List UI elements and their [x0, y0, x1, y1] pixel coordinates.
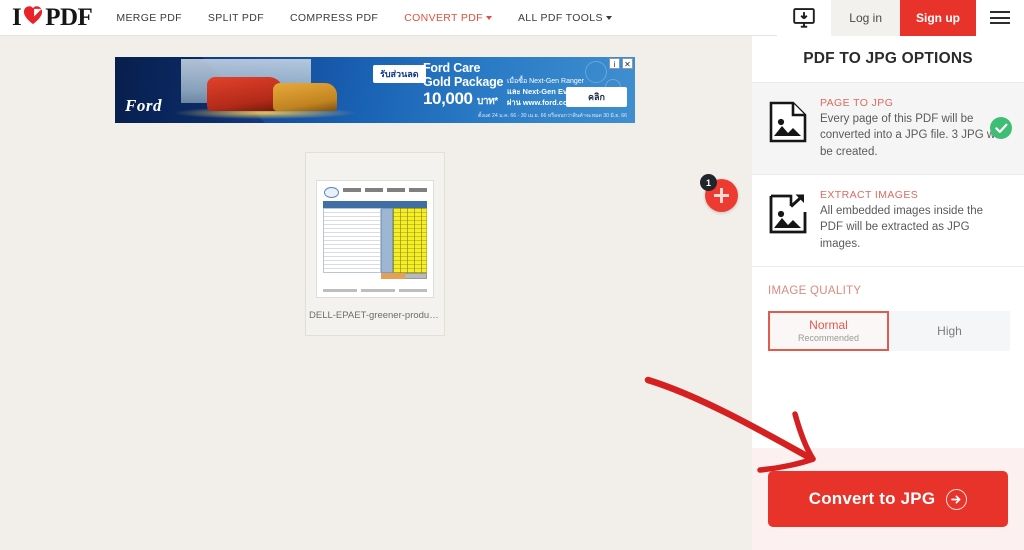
image-quality-section: IMAGE QUALITY Normal Recommended High	[752, 265, 1024, 351]
option-description: All embedded images inside the PDF will …	[820, 204, 984, 250]
preview-doc-title	[343, 188, 427, 192]
plus-icon	[714, 188, 729, 203]
nav-label: SPLIT PDF	[207, 11, 264, 24]
ad-cta-button[interactable]: คลิก	[566, 87, 627, 107]
preview-table-gridlines	[393, 208, 427, 273]
quality-option-normal[interactable]: Normal Recommended	[768, 310, 889, 351]
ad-headline-line1: Ford Care	[423, 61, 481, 75]
signup-label: Sign up	[916, 10, 960, 25]
ad-headline: Ford Care Gold Package	[423, 61, 504, 89]
advertisement-banner[interactable]: Ford รับส่วนลด Ford Care Gold Package 10…	[115, 57, 635, 123]
nav-item-compress-pdf[interactable]: COMPRESS PDF	[290, 12, 378, 24]
options-panel: PDF TO JPG OPTIONS PAGE TO JPG Every pag…	[752, 36, 1024, 550]
login-button[interactable]: Log in	[831, 0, 900, 36]
panel-title: PDF TO JPG OPTIONS	[803, 50, 973, 67]
workspace-stage: Ford รับส่วนลด Ford Care Gold Package 10…	[0, 36, 752, 550]
convert-to-jpg-button[interactable]: Convert to JPG	[768, 471, 1008, 527]
panel-footer: Convert to JPG	[752, 448, 1024, 550]
ad-brand-logo: Ford	[125, 96, 162, 115]
pdf-file-name: DELL-EPAET-greener-product..	[309, 310, 441, 321]
nav-label: ALL PDF TOOLS	[517, 11, 603, 24]
ilovepdf-logo[interactable]: I PDF	[12, 4, 93, 31]
nav-item-merge-pdf[interactable]: MERGE PDF	[116, 12, 182, 24]
logo-text-right: PDF	[45, 4, 93, 31]
preview-doc-logo	[324, 187, 339, 198]
hamburger-menu-icon[interactable]	[976, 0, 1024, 36]
ad-amount-value: 10,000	[423, 89, 473, 108]
convert-button-label: Convert to JPG	[808, 489, 936, 508]
file-count-badge: 1	[700, 174, 717, 191]
quality-option-high[interactable]: High	[889, 310, 1010, 351]
image-quality-label: IMAGE QUALITY	[768, 284, 862, 297]
option-label: PAGE TO JPG	[820, 97, 894, 109]
preview-table-header	[323, 201, 427, 208]
preview-table-orange-cell	[381, 273, 405, 279]
site-header: I PDF MERGE PDF SPLIT PDF COMPRESS PDF C…	[0, 0, 1024, 36]
header-actions: Log in Sign up	[777, 0, 1024, 36]
option-text-block: PAGE TO JPG Every page of this PDF will …	[820, 97, 1010, 160]
preview-table-blue-column	[381, 208, 393, 273]
main-nav: MERGE PDF SPLIT PDF COMPRESS PDF CONVERT…	[116, 12, 612, 24]
nav-item-all-pdf-tools[interactable]: ALL PDF TOOLS	[518, 12, 612, 24]
quality-option-subtitle: Recommended	[797, 333, 860, 344]
page-root: I PDF MERGE PDF SPLIT PDF COMPRESS PDF C…	[0, 0, 1024, 550]
ad-discount-pill: รับส่วนลด	[373, 65, 426, 83]
logo-text-left: I	[12, 4, 22, 31]
heart-icon	[22, 5, 44, 30]
option-description: Every page of this PDF will be converted…	[820, 113, 1003, 158]
ad-info-icon[interactable]: i	[609, 58, 620, 69]
check-circle-icon	[990, 117, 1012, 140]
option-extract-images[interactable]: EXTRACT IMAGES All embedded images insid…	[752, 173, 1024, 266]
nav-label: MERGE PDF	[116, 11, 182, 24]
desktop-download-icon[interactable]	[777, 0, 832, 36]
signup-button[interactable]: Sign up	[900, 0, 976, 36]
option-text-block: EXTRACT IMAGES All embedded images insid…	[820, 189, 1010, 252]
ad-vehicle-red	[207, 77, 283, 111]
pdf-page-preview	[316, 180, 434, 298]
nav-label: CONVERT PDF	[404, 11, 483, 24]
nav-item-split-pdf[interactable]: SPLIT PDF	[208, 12, 264, 24]
arrow-right-circle-icon	[946, 488, 968, 510]
chevron-down-icon	[485, 16, 492, 20]
ad-vehicle-gold	[273, 83, 337, 111]
image-quality-options: Normal Recommended High	[768, 310, 1010, 351]
hamburger-bar	[990, 16, 1010, 19]
ad-amount-unit: บาท*	[476, 96, 498, 107]
ad-legal-text: ตั้งแต่ 24 ม.ค. 66 - 30 เม.ย. 66 หรือจนก…	[477, 113, 627, 119]
pdf-file-card[interactable]: DELL-EPAET-greener-product..	[305, 152, 445, 336]
hamburger-bar	[990, 22, 1010, 24]
nav-label: COMPRESS PDF	[289, 11, 379, 24]
ad-subtext-line1: เมื่อซื้อ Next-Gen Ranger	[507, 78, 584, 85]
extract-image-icon	[768, 189, 810, 252]
nav-item-convert-pdf[interactable]: CONVERT PDF	[404, 12, 492, 24]
hamburger-bar	[990, 11, 1010, 13]
login-label: Log in	[849, 10, 882, 25]
option-page-to-jpg[interactable]: PAGE TO JPG Every page of this PDF will …	[752, 82, 1024, 174]
option-label: EXTRACT IMAGES	[820, 188, 919, 201]
ad-badge-group: i ✕	[609, 58, 633, 69]
ad-headline-line2: Gold Package	[423, 74, 504, 89]
image-file-icon	[768, 97, 810, 160]
chevron-down-icon	[605, 16, 612, 20]
quality-option-title: Normal	[809, 318, 848, 333]
preview-table-labels	[323, 208, 381, 273]
quality-option-title: High	[937, 323, 962, 338]
ad-amount: 10,000 บาท*	[423, 89, 498, 109]
preview-doc-footnote	[323, 289, 427, 292]
ad-close-icon[interactable]: ✕	[622, 58, 633, 69]
